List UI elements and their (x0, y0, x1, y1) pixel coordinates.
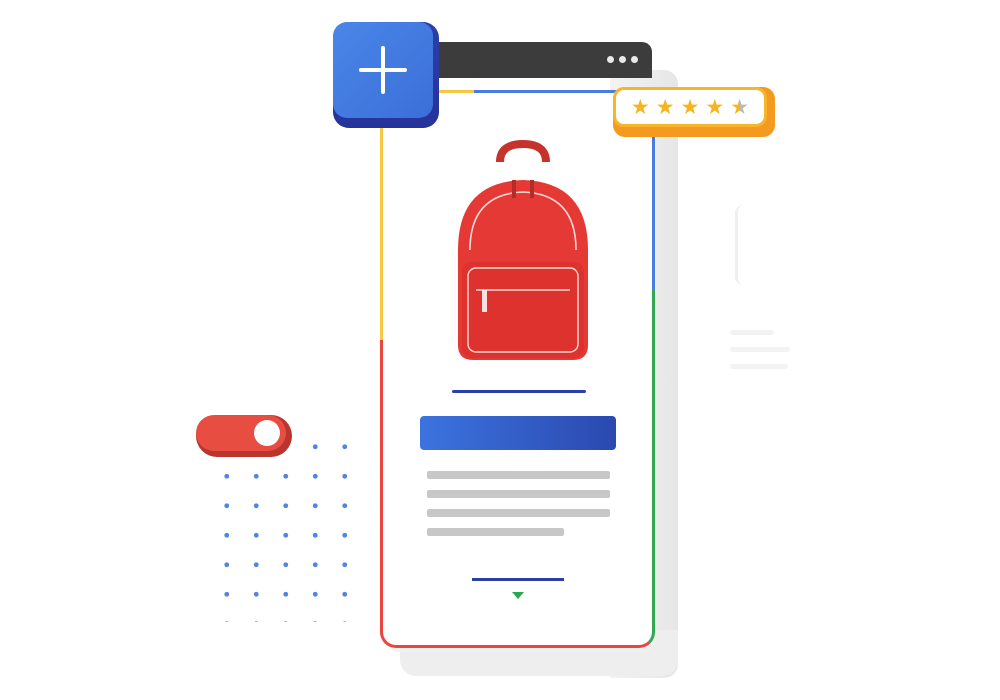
card-border (652, 290, 655, 630)
dot-grid-decoration (212, 432, 372, 622)
star-icon: ★ (680, 95, 700, 119)
toggle-track (196, 415, 286, 451)
product-title-bar[interactable] (420, 416, 616, 450)
toggle-knob (254, 420, 280, 446)
backpack-icon (458, 140, 588, 360)
star-icon: ★ (655, 95, 675, 119)
card-border (380, 340, 383, 630)
toggle-switch[interactable] (196, 415, 292, 457)
description-line (427, 490, 610, 498)
add-button[interactable] (333, 22, 439, 128)
faded-icon (735, 205, 768, 285)
description-line (427, 471, 610, 479)
product-shadow (452, 390, 586, 393)
star-rating: ★ ★ ★ ★ ★ (613, 87, 775, 137)
faded-lines (730, 330, 790, 381)
card-border (380, 608, 655, 648)
plus-icon (381, 46, 385, 94)
page-indicator (472, 578, 564, 581)
more-icon[interactable] (607, 56, 638, 63)
description-line (427, 509, 610, 517)
star-icon: ★ (630, 95, 650, 119)
description-line (427, 528, 564, 536)
chevron-down-icon[interactable] (512, 592, 524, 599)
half-star-icon: ★ (730, 95, 750, 119)
star-rating-face: ★ ★ ★ ★ ★ (613, 87, 767, 127)
add-button-face (333, 22, 433, 118)
browser-top-bar (420, 42, 652, 78)
star-icon: ★ (705, 95, 725, 119)
